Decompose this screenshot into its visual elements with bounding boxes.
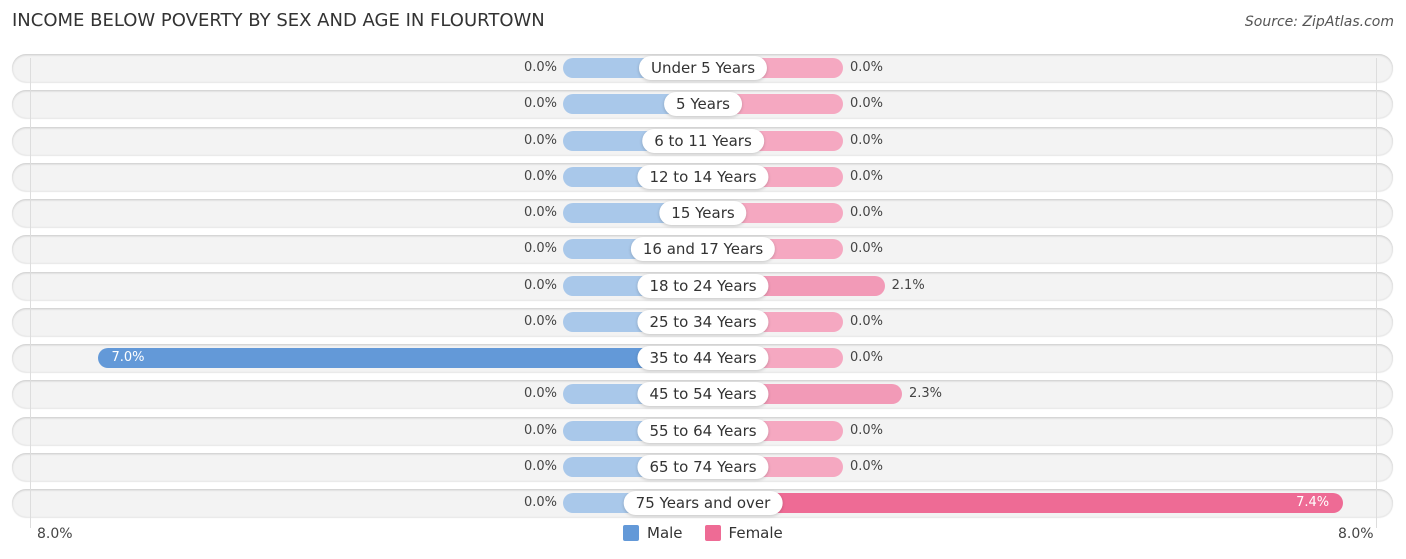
value-label-female: 2.1% bbox=[891, 277, 925, 293]
legend-item-female[interactable]: Female bbox=[704, 524, 783, 542]
category-label: 16 and 17 Years bbox=[630, 237, 776, 262]
axis-line-left bbox=[30, 58, 31, 528]
value-label-female: 0.0% bbox=[850, 422, 884, 438]
category-label: 65 to 74 Years bbox=[637, 454, 769, 479]
value-label-female: 0.0% bbox=[850, 168, 884, 184]
value-label-male: 7.0% bbox=[111, 350, 145, 365]
source-label: Source: ZipAtlas.com bbox=[1244, 14, 1394, 30]
category-label: 18 to 24 Years bbox=[637, 273, 769, 298]
value-label-female: 0.0% bbox=[850, 132, 884, 148]
legend-swatch-female bbox=[704, 525, 721, 541]
category-label: 6 to 11 Years bbox=[642, 128, 764, 153]
value-label-female: 0.0% bbox=[850, 96, 884, 112]
value-label-male: 0.0% bbox=[523, 205, 557, 220]
value-label-male: 0.0% bbox=[523, 386, 557, 402]
value-label-female: 0.0% bbox=[850, 458, 884, 474]
value-label-male: 0.0% bbox=[523, 313, 557, 329]
value-label-male: 0.0% bbox=[523, 458, 557, 474]
axis-label-right: 8.0% bbox=[1338, 526, 1374, 542]
category-label: 55 to 64 Years bbox=[637, 418, 769, 443]
category-label: 45 to 54 Years bbox=[637, 382, 769, 407]
legend-label-female: Female bbox=[728, 524, 783, 542]
value-label-female: 0.0% bbox=[850, 350, 884, 365]
value-label-female: 0.0% bbox=[850, 205, 884, 220]
chart-root: INCOME BELOW POVERTY BY SEX AND AGE IN F… bbox=[0, 0, 1406, 559]
bar-male[interactable] bbox=[97, 348, 703, 368]
category-label: 12 to 14 Years bbox=[637, 164, 769, 189]
value-label-male: 0.0% bbox=[523, 168, 557, 184]
category-label: 5 Years bbox=[664, 92, 742, 117]
value-label-female: 2.3% bbox=[908, 386, 942, 402]
axis-label-left: 8.0% bbox=[37, 526, 73, 542]
category-label: 75 Years and over bbox=[623, 491, 783, 515]
value-label-female: 7.4% bbox=[1296, 495, 1330, 510]
legend-label-male: Male bbox=[647, 524, 683, 542]
value-label-male: 0.0% bbox=[523, 422, 557, 438]
axis-line-right bbox=[1376, 58, 1377, 528]
category-label: 35 to 44 Years bbox=[637, 346, 769, 370]
value-label-female: 0.0% bbox=[850, 241, 884, 257]
category-label: Under 5 Years bbox=[638, 56, 768, 80]
legend-item-male[interactable]: Male bbox=[623, 524, 683, 542]
legend-swatch-male bbox=[623, 525, 639, 541]
category-label: 15 Years bbox=[659, 201, 747, 225]
value-label-male: 0.0% bbox=[523, 495, 557, 510]
value-label-male: 0.0% bbox=[523, 132, 557, 148]
value-label-female: 0.0% bbox=[850, 60, 884, 75]
value-label-male: 0.0% bbox=[523, 96, 557, 112]
value-label-male: 0.0% bbox=[523, 60, 557, 75]
bar-female[interactable] bbox=[703, 493, 1344, 513]
legend: Male Female bbox=[623, 524, 805, 542]
value-label-male: 0.0% bbox=[523, 277, 557, 293]
value-label-male: 0.0% bbox=[523, 241, 557, 257]
category-label: 25 to 34 Years bbox=[637, 309, 769, 334]
value-label-female: 0.0% bbox=[850, 313, 884, 329]
chart-title: INCOME BELOW POVERTY BY SEX AND AGE IN F… bbox=[12, 10, 545, 31]
